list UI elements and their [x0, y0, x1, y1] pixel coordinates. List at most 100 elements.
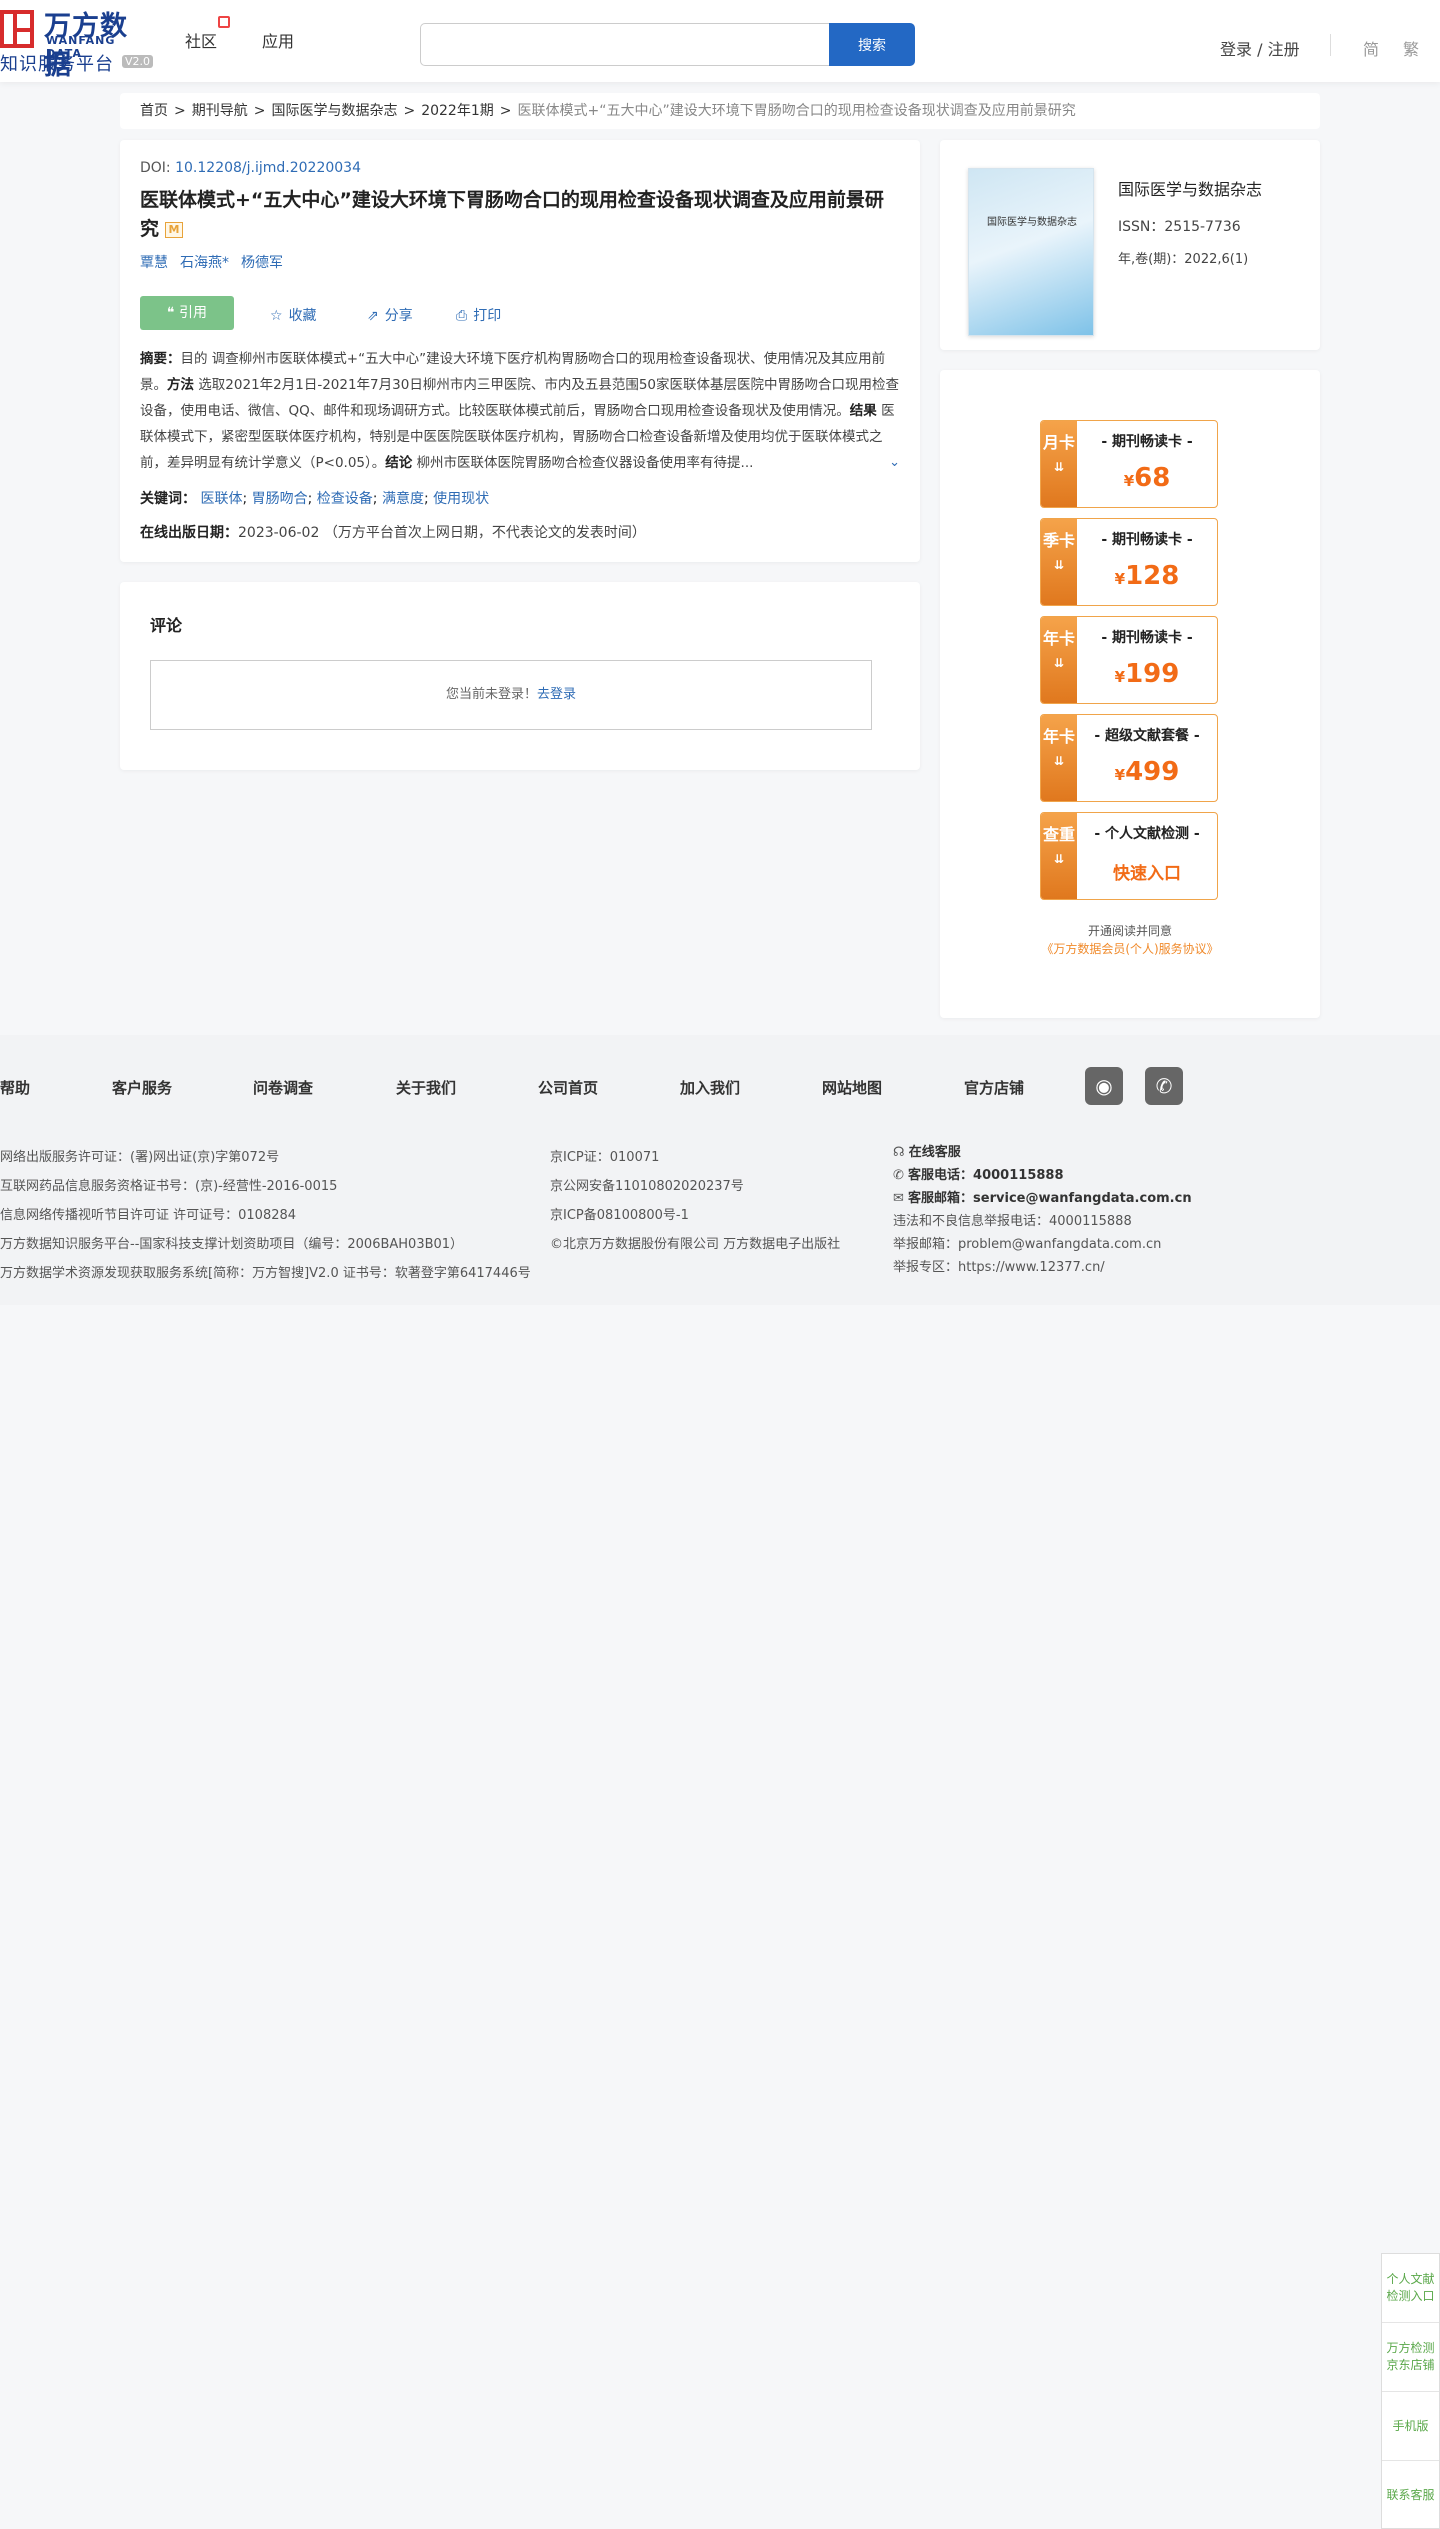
footer-license-line: 万方数据知识服务平台--国家科技支撑计划资助项目（编号：2006BAH03B01… [0, 1237, 464, 1252]
footer-nav-customer-service[interactable]: 客户服务 [112, 1077, 172, 1098]
footer-nav-survey[interactable]: 问卷调查 [253, 1077, 313, 1098]
promo-tab: 年卡 ⇊ [1041, 617, 1077, 703]
article-actions: ❝ 引用 ☆ 收藏 ⇗ 分享 ⎙ 打印 [140, 296, 900, 330]
breadcrumb-issue[interactable]: 2022年1期 [421, 103, 494, 119]
expand-chevron-icon[interactable]: ⌄ [885, 450, 900, 476]
footer-nav-join-us[interactable]: 加入我们 [680, 1077, 740, 1098]
lang-traditional[interactable]: 繁 [1403, 36, 1419, 60]
email-value[interactable]: service@wanfangdata.com.cn [973, 1191, 1192, 1206]
currency-symbol: ¥ [1123, 472, 1135, 490]
footer-license-line: 网络出版服务许可证：(署)网出证(京)字第072号 [0, 1150, 280, 1165]
price-value: 199 [1125, 659, 1180, 689]
keyword-link[interactable]: 胃肠吻合 [252, 491, 308, 507]
promo-tab-label: 季卡 [1042, 531, 1075, 550]
logo-subtitle: 知识服务平台 [0, 54, 114, 75]
footer-nav-help[interactable]: 帮助 [0, 1077, 30, 1098]
share-icon: ⇗ [367, 308, 379, 324]
doi-link[interactable]: 10.12208/j.ijmd.20220034 [175, 160, 361, 176]
journal-issue: 年,卷(期)：2022,6(1) [1118, 252, 1249, 267]
print-button[interactable]: ⎙ 打印 [456, 305, 501, 325]
phone-label: 客服电话： [908, 1168, 974, 1183]
side-doc-check-entry[interactable]: 个人文献检测入口 [1382, 2254, 1439, 2323]
weibo-icon[interactable]: ◉ [1085, 1067, 1123, 1105]
pubdate-note: （万方平台首次上网日期，不代表论文的发表时间） [323, 525, 646, 541]
side-mobile-version[interactable]: 手机版 [1382, 2392, 1439, 2461]
not-logged-text: 您当前未登录！ [445, 687, 537, 702]
article-title: 医联体模式+“五大中心”建设大环境下胃肠吻合口的现用检查设备现状调查及应用前景研… [140, 186, 890, 244]
footer-icp-line: 京公网安备11010802020237号 [550, 1179, 744, 1194]
side-jd-store[interactable]: 万方检测京东店铺 [1382, 2323, 1439, 2392]
email-label: 客服邮箱： [908, 1191, 974, 1206]
footer-nav-official-store[interactable]: 官方店铺 [964, 1077, 1024, 1098]
abstract-label: 摘要： [140, 351, 181, 367]
footer-contact-col: ☊ 在线客服 ✆ 客服电话：4000115888 ✉ 客服邮箱：service@… [893, 1141, 1192, 1279]
promo-card-quarterly[interactable]: 季卡 ⇊ - 期刊畅读卡 - ¥128 [1040, 518, 1218, 606]
abstract-method-label: 方法 [167, 377, 194, 393]
promo-card-monthly[interactable]: 月卡 ⇊ - 期刊畅读卡 - ¥68 [1040, 420, 1218, 508]
go-login-link[interactable]: 去登录 [537, 687, 576, 702]
search-input[interactable] [420, 23, 830, 66]
wechat-icon[interactable]: ✆ [1145, 1067, 1183, 1105]
author-link[interactable]: 覃慧 [140, 255, 168, 271]
breadcrumb-journal[interactable]: 国际医学与数据杂志 [271, 103, 397, 119]
promo-tab-label: 年卡 [1042, 629, 1075, 648]
keyword-link[interactable]: 医联体 [200, 491, 242, 507]
footer-icp-line: 京ICP备08100800号-1 [550, 1208, 689, 1223]
quick-entry-label: 快速入口 [1113, 864, 1181, 884]
double-chevron-down-icon: ⇊ [1053, 558, 1065, 572]
wanfang-logo[interactable]: 万方数据 WANFANG DATA 知识服务平台 V2.0 [0, 6, 155, 81]
phone-value: 4000115888 [973, 1168, 1064, 1183]
cite-button[interactable]: ❝ 引用 [140, 296, 234, 330]
promo-card-label: - 期刊畅读卡 - [1101, 434, 1193, 450]
logo-version-badge: V2.0 [122, 55, 154, 68]
keyword-link[interactable]: 满意度 [382, 491, 424, 507]
lang-simplified[interactable]: 简 [1363, 36, 1379, 60]
promo-card-plagiarism-check[interactable]: 查重 ⇊ - 个人文献检测 - 快速入口 [1040, 812, 1218, 900]
footer-nav-company-home[interactable]: 公司首页 [538, 1077, 598, 1098]
author-list: 覃慧 石海燕* 杨德军 [140, 252, 900, 272]
footer-nav-about[interactable]: 关于我们 [396, 1077, 456, 1098]
breadcrumb-home[interactable]: 首页 [140, 103, 168, 119]
print-label: 打印 [473, 308, 502, 324]
footer-icp-line: 京ICP证：010071 [550, 1150, 660, 1165]
author-link[interactable]: 石海燕* [180, 255, 229, 271]
nav-apps[interactable]: 应用 [262, 28, 294, 52]
nav-community[interactable]: 社区 [185, 28, 217, 52]
breadcrumb-current: 医联体模式+“五大中心”建设大环境下胃肠吻合口的现用检查设备现状调查及应用前景研… [517, 103, 1076, 119]
report-phone: 违法和不良信息举报电话：4000115888 [893, 1214, 1132, 1229]
phone-icon: ✆ [893, 1168, 909, 1183]
author-link[interactable]: 杨德军 [241, 255, 283, 271]
footer-license-line: 万方数据学术资源发现获取服务系统[简称：万方智搜]V2.0 证书号：软著登字第6… [0, 1266, 531, 1281]
search-button[interactable]: 搜索 [829, 23, 915, 66]
promo-card-price: ¥68 [1077, 463, 1217, 493]
promo-card-label: - 期刊畅读卡 - [1101, 630, 1193, 646]
keyword-link[interactable]: 使用现状 [433, 491, 489, 507]
report-zone[interactable]: 举报专区：https://www.12377.cn/ [893, 1256, 1192, 1279]
star-icon: ☆ [270, 308, 283, 324]
abstract-result-label: 结果 [849, 403, 877, 419]
favorite-button[interactable]: ☆ 收藏 [270, 305, 317, 325]
login-register-link[interactable]: 登录 / 注册 [1220, 36, 1300, 60]
share-button[interactable]: ⇗ 分享 [367, 305, 413, 325]
promo-card-yearly[interactable]: 年卡 ⇊ - 期刊畅读卡 - ¥199 [1040, 616, 1218, 704]
online-service-link[interactable]: ☊ 在线客服 [893, 1141, 1192, 1164]
keyword-link[interactable]: 检查设备 [317, 491, 373, 507]
quote-icon: ❝ [167, 305, 179, 321]
journal-cover-image[interactable]: 国际医学与数据杂志 [968, 168, 1094, 336]
breadcrumb-journal-nav[interactable]: 期刊导航 [192, 103, 248, 119]
abstract: 摘要：目的 调查柳州市医联体模式+“五大中心”建设大环境下医疗机构胃肠吻合口的现… [140, 346, 900, 476]
cover-title: 国际医学与数据杂志 [987, 217, 1077, 228]
footer-nav-sitemap[interactable]: 网站地图 [822, 1077, 882, 1098]
price-value: 128 [1125, 561, 1180, 591]
abstract-conclusion: 柳州市医联体医院胃肠吻合检查仪器设备使用率有待提... [416, 455, 754, 471]
promo-card-super-package[interactable]: 年卡 ⇊ - 超级文献套餐 - ¥499 [1040, 714, 1218, 802]
side-contact-service[interactable]: 联系客服 [1382, 2461, 1439, 2529]
promo-card-price: ¥128 [1077, 561, 1217, 591]
promo-tab-label: 月卡 [1042, 433, 1075, 452]
promo-tab: 查重 ⇊ [1041, 813, 1077, 899]
footer-icp-col: 京ICP证：010071 京公网安备11010802020237号 京ICP备0… [550, 1143, 840, 1259]
promo-tab-label: 查重 [1042, 825, 1075, 844]
comment-login-box: 您当前未登录！去登录 [150, 660, 872, 730]
journal-name[interactable]: 国际医学与数据杂志 [1118, 176, 1262, 200]
service-agreement-link[interactable]: 《万方数据会员(个人)服务协议》 [940, 940, 1320, 958]
